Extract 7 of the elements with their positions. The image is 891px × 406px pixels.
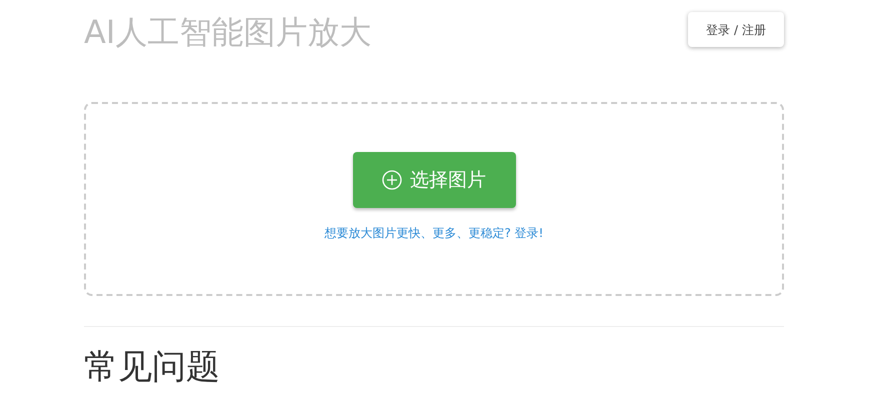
login-register-button[interactable]: 登录 / 注册 — [688, 12, 784, 47]
site-title: AI人工智能图片放大 — [84, 12, 372, 52]
faq-heading: 常见问题 — [84, 346, 221, 389]
upload-dropzone[interactable]: 选择图片 想要放大图片更快、更多、更稳定? 登录! — [84, 102, 784, 296]
choose-image-button[interactable]: 选择图片 — [352, 152, 516, 208]
plus-circle-icon — [382, 170, 402, 190]
login-hint-link[interactable]: 想要放大图片更快、更多、更稳定? 登录! — [324, 224, 544, 242]
